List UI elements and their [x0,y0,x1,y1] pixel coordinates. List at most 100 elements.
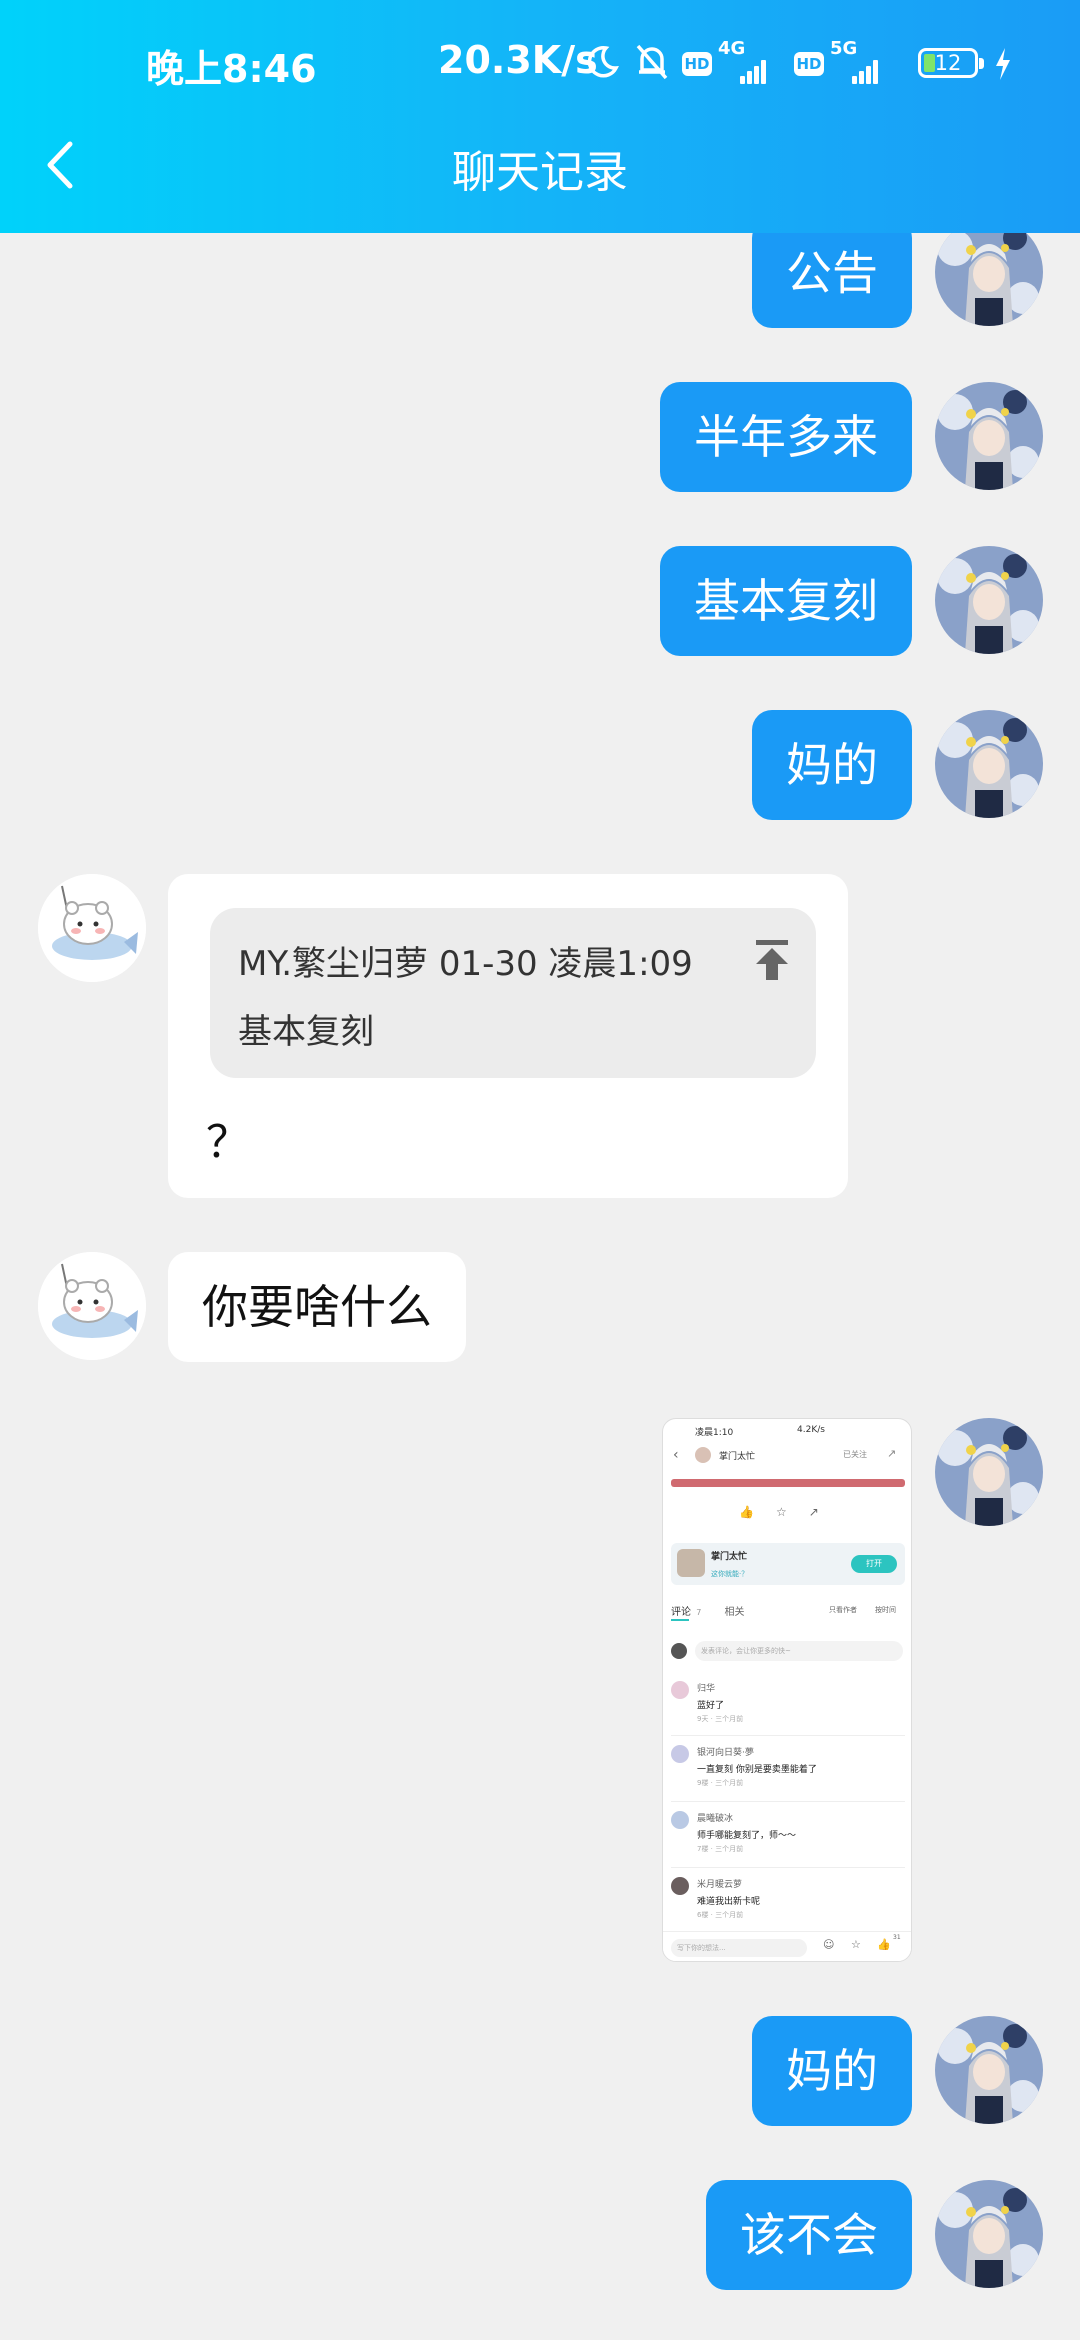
message-bubble[interactable]: 你要啥什么 [168,1252,466,1362]
my-avatar[interactable] [935,218,1043,326]
shot-fav-icon: ☆ [775,1505,809,1519]
shot-comment-name: 晨曦破冰 [697,1814,734,1824]
anime-avatar-icon [935,2016,1043,2124]
anime-avatar-icon [935,1418,1043,1526]
message-text: 你要啥什么 [202,1280,432,1334]
shot-comment-input: 发表评论，会让你更多的快~ [671,1641,905,1661]
shot-follow: 已关注 [843,1450,867,1459]
friend-avatar[interactable] [38,874,146,982]
my-avatar[interactable] [935,382,1043,490]
shot-input-placeholder: 写下你的想法... [671,1939,807,1957]
message-bubble[interactable]: 半年多来 [660,382,912,492]
battery-icon: 12 [918,48,984,78]
my-avatar[interactable] [935,1418,1043,1526]
message-bubble[interactable]: 基本复刻 [660,546,912,656]
shot-game-avatar [677,1549,705,1577]
anime-avatar-icon [935,546,1043,654]
signal-bars-2-icon [852,56,882,84]
hd-badge-1: HD [682,52,712,76]
shot-like-count: 31 [893,1934,901,1941]
signal-bars-1-icon [740,56,770,84]
shot-star-icon: ☆ [851,1938,861,1951]
shot-comment-text: 难道我出新卡呢 [697,1897,761,1907]
status-time: 晚上8:46 [146,47,317,91]
shot-emoji-icon: ☺ [823,1938,835,1951]
quoted-message[interactable]: MY.繁尘归萝 01-30 凌晨1:09 基本复刻 [210,908,816,1078]
my-avatar[interactable] [935,2016,1043,2124]
status-bar: 晚上8:46 20.3K/s HD 4G HD 5G 12 [0,38,1080,91]
shot-tab-comments-count: 7 [696,1608,702,1617]
shot-comment-time: 6楼 · 三个月前 [697,1911,744,1919]
message-bubble[interactable]: 该不会 [706,2180,912,2290]
my-avatar[interactable] [935,2180,1043,2288]
moon-icon [587,46,619,78]
cat-fish-avatar-icon [38,874,146,982]
shot-like-icon: 👍 [739,1505,776,1519]
quote-text: 基本复刻 [238,1012,374,1052]
bell-muted-icon [636,44,668,80]
shot-open-button: 打开 [851,1555,897,1573]
shot-thumb-icon: 👍 [877,1938,891,1951]
shot-author: 掌门太忙 [719,1452,756,1462]
battery-level: 12 [934,51,962,75]
shot-my-avatar [671,1643,687,1659]
shot-speed: 4.2K/s [797,1425,825,1435]
shot-sort-author: 只看作者 [829,1606,857,1614]
shot-comment-time: 9楼 · 三个月前 [697,1779,744,1787]
anime-avatar-icon [935,2180,1043,2288]
message-bubble[interactable]: 妈的 [752,2016,912,2126]
shot-share-icon: ↗ [887,1447,897,1460]
shot-bottom-bar: 写下你的想法... ☺ ☆ 👍 31 [663,1931,911,1961]
message-text: ？ [206,1117,250,1168]
network-speed: 20.3K/s [438,38,598,82]
shot-action-icons: 👍☆↗ [739,1505,841,1519]
my-avatar[interactable] [935,546,1043,654]
shot-comment-text: 蓝好了 [697,1701,725,1711]
cat-fish-avatar-icon [38,1252,146,1360]
shot-comment-time: 9天 · 三个月前 [697,1715,744,1723]
message-bubble[interactable]: 妈的 [752,710,912,820]
jump-to-original-icon[interactable] [752,938,792,982]
quoted-message-bubble[interactable]: MY.繁尘归萝 01-30 凌晨1:09 基本复刻 ？ [168,874,848,1198]
quote-meta: MY.繁尘归萝 01-30 凌晨1:09 [238,944,693,984]
shot-comment-placeholder: 发表评论，会让你更多的快~ [695,1641,903,1661]
shot-forward-icon: ↗ [808,1505,841,1519]
anime-avatar-icon [935,218,1043,326]
shot-header: ‹ 掌门太忙 已关注 ↗ [663,1443,911,1471]
shot-game-card: 掌门太忙 这你就能·？ 打开 [671,1543,905,1585]
shot-comment: 米月暖云萝 难道我出新卡呢 6楼 · 三个月前 [671,1877,905,1919]
shot-game-title: 掌门太忙 [711,1552,748,1562]
shot-comment: 晨曦破冰 师手哪能复刻了，师～～ 7楼 · 三个月前 [671,1811,905,1861]
shot-comment-name: 归华 [697,1684,716,1694]
hd-badge-2: HD [794,52,824,76]
page-title: 聊天记录 [452,147,628,198]
shot-comment-name: 米月暖云萝 [697,1880,743,1890]
shot-comment-avatar [671,1745,689,1763]
shot-back-icon: ‹ [673,1447,679,1463]
message-bubble[interactable]: 公告 [752,218,912,328]
shot-comment-avatar [671,1681,689,1699]
friend-avatar[interactable] [38,1252,146,1360]
anime-avatar-icon [935,382,1043,490]
shot-author-avatar [695,1447,711,1463]
anime-avatar-icon [935,710,1043,818]
shot-image-strip [671,1479,905,1487]
shot-comment-text: 师手哪能复刻了，师～～ [697,1831,797,1841]
shot-time: 凌晨1:10 [695,1428,734,1438]
shot-comment-time: 7楼 · 三个月前 [697,1845,744,1853]
shot-comment: 银河向日葵·夢 一直复刻 你别是要卖墨能着了 9楼 · 三个月前 [671,1745,905,1795]
shot-comment-avatar [671,1877,689,1895]
charging-icon [996,48,1010,80]
shot-comment-text: 一直复刻 你别是要卖墨能着了 [697,1765,817,1775]
shot-game-sub: 这你就能·？ [711,1570,749,1578]
shot-sort-time: 按时间 [875,1606,896,1614]
shot-comment-avatar [671,1811,689,1829]
shot-tabs: 评论 7 相关 只看作者 按时间 [671,1603,905,1621]
shot-tab-comments: 评论 [671,1607,691,1618]
top-bar: 晚上8:46 20.3K/s HD 4G HD 5G 12 聊天记录 [0,0,1080,233]
shot-comment-name: 银河向日葵·夢 [697,1748,754,1758]
shot-tab-related: 相关 [724,1607,745,1618]
my-avatar[interactable] [935,710,1043,818]
image-message[interactable]: 凌晨1:10 4.2K/s ‹ 掌门太忙 已关注 ↗ 👍☆↗ 掌门太忙 这你就能… [662,1418,912,1962]
shot-comment: 归华 蓝好了 9天 · 三个月前 [671,1681,905,1731]
